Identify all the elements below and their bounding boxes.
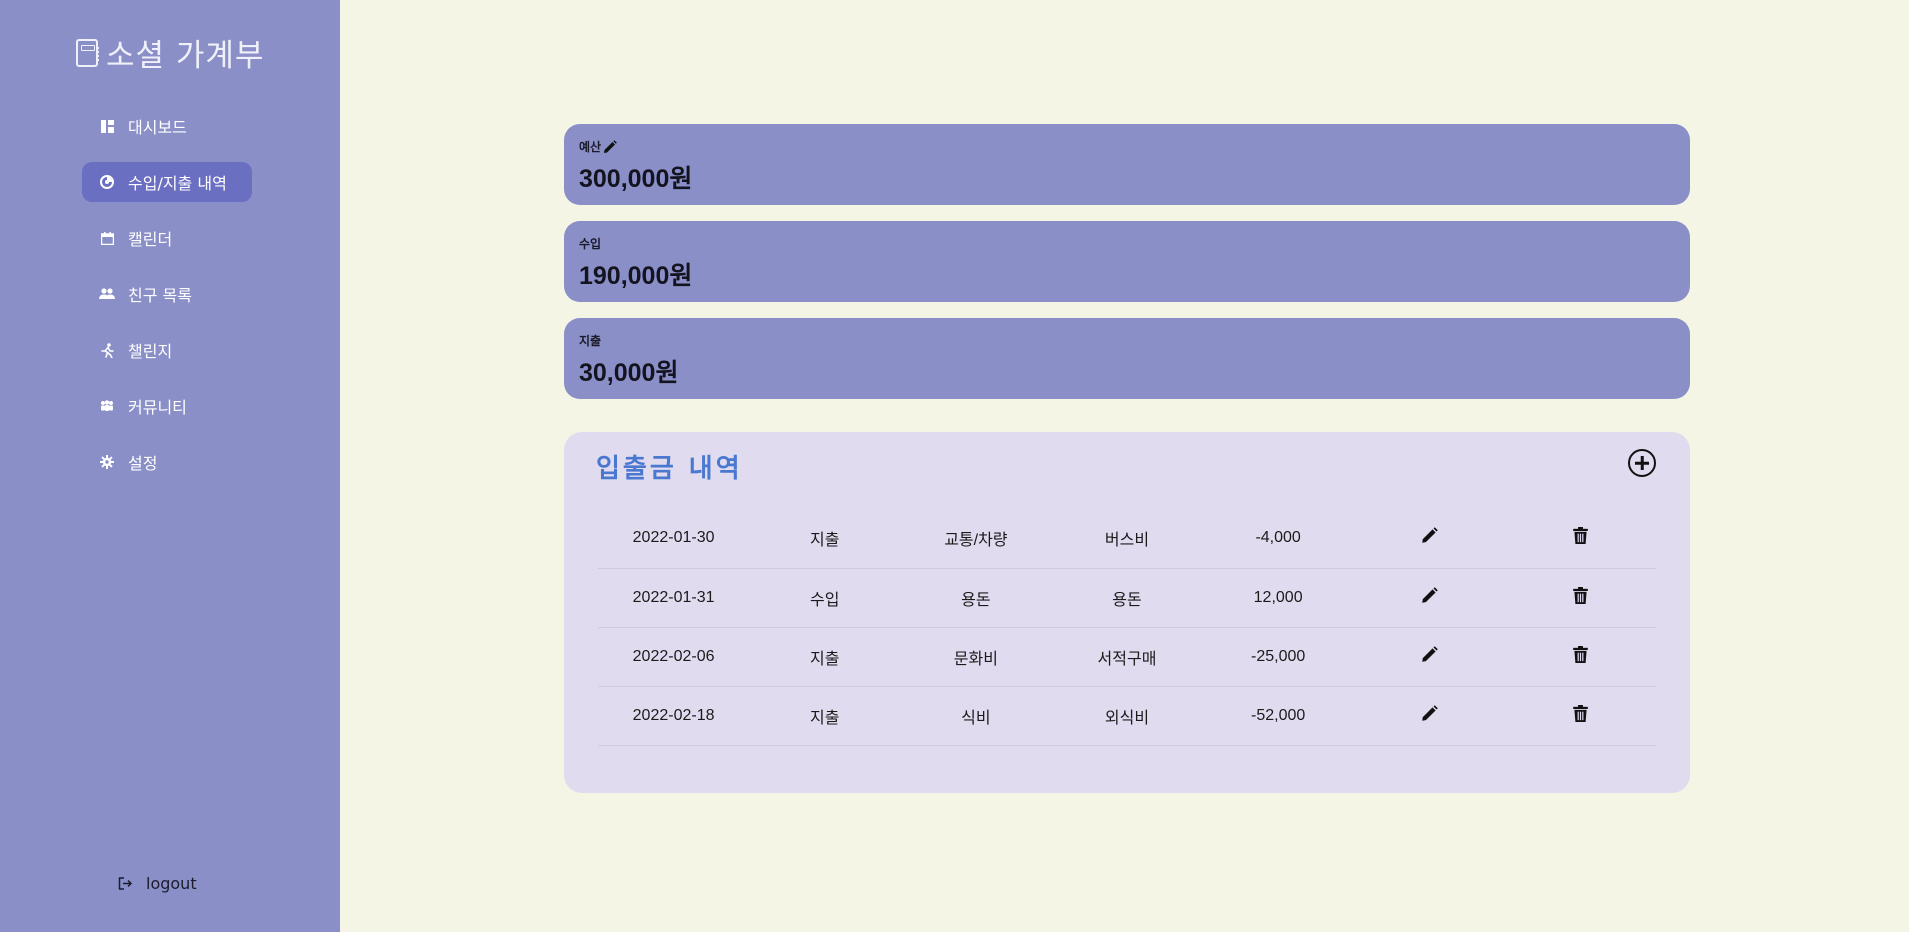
sidebar-item-friends[interactable]: 친구 목록	[82, 274, 252, 314]
sidebar-item-label: 대시보드	[128, 118, 187, 137]
logout-icon	[116, 875, 134, 893]
sidebar-nav: 대시보드 수입/지출 내역 캘린더 친구 목록 챌린지 커뮤니티 설정	[82, 106, 252, 498]
cell-edit	[1353, 627, 1505, 687]
cell-type: 지출	[749, 627, 901, 687]
sidebar-item-community[interactable]: 커뮤니티	[82, 386, 252, 426]
sidebar-item-label: 캘린더	[128, 230, 173, 249]
book-icon	[76, 38, 99, 67]
sidebar-item-settings[interactable]: 설정	[82, 442, 252, 482]
cell-type: 지출	[749, 686, 901, 746]
chart-icon	[98, 173, 116, 191]
expense-value: 30,000원	[579, 359, 679, 387]
cell-amount: -52,000	[1202, 686, 1354, 746]
community-icon	[98, 397, 116, 415]
gear-icon	[98, 453, 116, 471]
cell-type: 수입	[749, 568, 901, 628]
brand-logo[interactable]: 소셜 가계부	[76, 30, 264, 75]
cell-delete	[1504, 568, 1656, 628]
sidebar-item-label: 커뮤니티	[128, 398, 187, 417]
cell-date: 2022-01-31	[598, 568, 750, 628]
sidebar-item-label: 챌린지	[128, 342, 173, 361]
table-row: 2022-02-18 지출 식비 외식비 -52,000	[598, 686, 1656, 746]
cell-category: 문화비	[900, 627, 1052, 687]
sidebar-item-calendar[interactable]: 캘린더	[82, 218, 252, 258]
income-value: 190,000원	[579, 262, 693, 290]
table-row: 2022-02-06 지출 문화비 서적구매 -25,000	[598, 627, 1656, 687]
cell-delete	[1504, 627, 1656, 687]
brand-title: 소셜 가계부	[106, 38, 265, 74]
sidebar-item-transactions[interactable]: 수입/지출 내역	[82, 162, 252, 202]
cell-amount: -4,000	[1202, 509, 1354, 569]
budget-card: 예산 300,000원	[564, 124, 1690, 205]
add-transaction-button[interactable]	[1628, 449, 1656, 477]
transactions-panel: 입출금 내역 2022-01-30 지출 교통/차량 버스비 -4,000 2022-01…	[564, 432, 1690, 793]
calendar-icon	[98, 229, 116, 247]
logout-label: logout	[146, 874, 197, 893]
cell-edit	[1353, 568, 1505, 628]
cell-amount: -25,000	[1202, 627, 1354, 687]
sidebar: 소셜 가계부 대시보드 수입/지출 내역 캘린더 친구 목록 챌린지 커뮤니티 …	[0, 0, 340, 932]
cell-detail: 서적구매	[1051, 627, 1203, 687]
transactions-table: 2022-01-30 지출 교통/차량 버스비 -4,000 2022-01-31 수입 용돈…	[598, 509, 1656, 746]
trash-icon[interactable]	[1571, 645, 1589, 664]
cell-edit	[1353, 509, 1505, 569]
edit-icon[interactable]	[1420, 704, 1438, 723]
edit-icon[interactable]	[1420, 527, 1438, 545]
budget-value: 300,000원	[579, 165, 693, 193]
cell-detail: 외식비	[1051, 686, 1203, 746]
cell-date: 2022-01-30	[598, 509, 750, 569]
cell-category: 식비	[900, 686, 1052, 746]
cell-detail: 용돈	[1051, 568, 1203, 628]
cell-category: 교통/차량	[900, 509, 1052, 569]
trash-icon[interactable]	[1571, 586, 1589, 605]
expense-card: 지출 30,000원	[564, 318, 1690, 399]
cell-detail: 버스비	[1051, 509, 1203, 569]
cell-category: 용돈	[900, 568, 1052, 628]
people-icon	[98, 285, 116, 303]
edit-icon[interactable]	[1420, 645, 1438, 664]
cell-delete	[1504, 509, 1656, 569]
budget-label-row: 예산	[579, 138, 1675, 155]
cell-date: 2022-02-06	[598, 627, 750, 687]
table-row: 2022-01-30 지출 교통/차량 버스비 -4,000	[598, 509, 1656, 569]
table-row: 2022-01-31 수입 용돈 용돈 12,000	[598, 568, 1656, 628]
income-label: 수입	[579, 237, 602, 251]
sidebar-item-label: 설정	[128, 454, 158, 473]
transactions-title: 입출금 내역	[596, 454, 743, 484]
expense-label: 지출	[579, 334, 602, 348]
cell-date: 2022-02-18	[598, 686, 750, 746]
income-card: 수입 190,000원	[564, 221, 1690, 302]
cell-type: 지출	[749, 509, 901, 569]
dashboard-icon	[98, 117, 116, 135]
edit-icon[interactable]	[1420, 586, 1438, 605]
sidebar-item-label: 친구 목록	[128, 286, 192, 305]
edit-budget-icon[interactable]	[603, 139, 617, 154]
sidebar-item-dashboard[interactable]: 대시보드	[82, 106, 252, 146]
cell-amount: 12,000	[1202, 568, 1354, 628]
sidebar-item-challenge[interactable]: 챌린지	[82, 330, 252, 370]
logout-button[interactable]: logout	[116, 874, 197, 893]
trash-icon[interactable]	[1571, 704, 1589, 723]
cell-edit	[1353, 686, 1505, 746]
running-icon	[98, 341, 116, 359]
budget-label: 예산	[579, 140, 602, 154]
cell-delete	[1504, 686, 1656, 746]
sidebar-item-label: 수입/지출 내역	[128, 174, 227, 193]
trash-icon[interactable]	[1571, 527, 1589, 545]
